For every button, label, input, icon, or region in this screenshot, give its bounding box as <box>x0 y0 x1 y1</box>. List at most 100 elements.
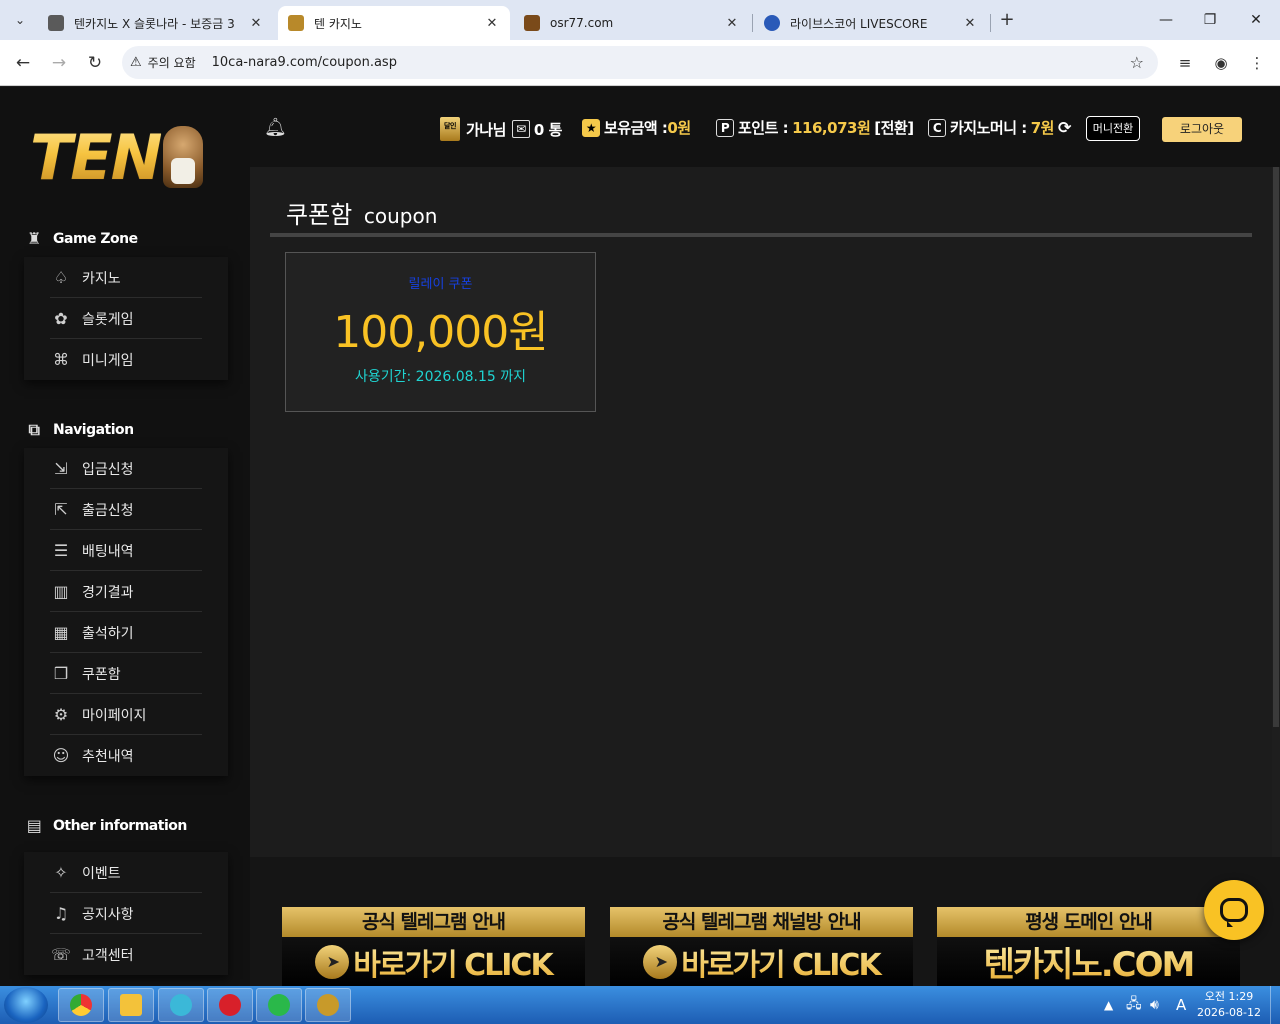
sidebar-item-label: 출석하기 <box>82 625 134 642</box>
notification-bell-icon[interactable]: 🔔︎ <box>264 117 287 138</box>
network-icon[interactable]: 🖧︎ <box>1126 986 1142 1024</box>
clock[interactable]: 오전 1:29 2026-08-12 <box>1196 989 1262 1021</box>
gamepad-icon: ⌘ <box>53 349 69 369</box>
message-count[interactable]: 0 통 <box>534 119 562 140</box>
bell-icon: ♫ <box>53 903 69 923</box>
refresh-icon[interactable]: ⟳ <box>1058 118 1071 137</box>
warning-triangle-icon: ⚠ <box>130 55 142 70</box>
browser-tab-bar: ⌄ 텐카지노 X 슬롯나라 - 보증금 3 ✕ 텐 카지노 ✕ osr77.co… <box>0 0 1280 40</box>
window-close-icon[interactable]: ✕ <box>1246 10 1266 30</box>
browser-tab-1[interactable]: 텐카지노 X 슬롯나라 - 보증금 3 ✕ <box>38 6 274 40</box>
back-arrow-icon[interactable]: ← <box>12 52 34 74</box>
sidebar-item-label: 이벤트 <box>82 865 121 882</box>
envelope-icon[interactable]: ✉ <box>511 120 530 138</box>
tab-favicon <box>524 15 540 31</box>
tab-title: 텐카지노 X 슬롯나라 - 보증금 3 <box>74 16 235 31</box>
section-game-zone: ♜ Game Zone <box>24 229 138 249</box>
balance-info: ★ 보유금액 : 0원 <box>582 117 691 138</box>
money-convert-button[interactable]: 머니전환 <box>1086 116 1140 141</box>
sidebar-item[interactable]: ▥ 경기결과 <box>24 571 228 612</box>
bear-mascot-icon <box>162 126 203 188</box>
logout-button[interactable]: 로그아웃 <box>1162 117 1242 142</box>
tab-close-icon[interactable]: ✕ <box>484 16 500 31</box>
taskbar-app-4[interactable] <box>207 988 253 1022</box>
sidebar-item[interactable]: ♤ 카지노 <box>24 257 228 298</box>
reload-icon[interactable]: ↻ <box>84 52 106 74</box>
coupon-card[interactable]: 릴레이 쿠폰 100,000원 사용기간: 2026.08.15 까지 <box>285 252 596 412</box>
sidebar-item[interactable]: ⚙ 마이페이지 <box>24 694 228 735</box>
sidebar-item-label: 슬롯게임 <box>82 311 134 328</box>
game-zone-menu: ♤ 카지노 ✿ 슬롯게임 ⌘ 미니게임 <box>24 257 228 380</box>
footer-banners: 공식 텔레그램 안내 ➤ 바로가기 CLICK 공식 텔레그램 채널방 안내 ➤ 바… <box>250 857 1280 986</box>
security-warning[interactable]: ⚠ 주의 요함 <box>130 54 196 71</box>
address-bar: ← → ↻ ⚠ 주의 요함 10ca-nara9.com/coupon.asp … <box>0 40 1280 86</box>
taskbar-app-3[interactable] <box>158 988 204 1022</box>
sidebar-item[interactable]: ❒ 쿠폰함 <box>24 653 228 694</box>
ten-logo[interactable]: TEN <box>30 117 220 197</box>
sidebar-item[interactable]: ▦ 출석하기 <box>24 612 228 653</box>
tab-close-icon[interactable]: ✕ <box>248 16 264 31</box>
sidebar-item[interactable]: ☰ 배팅내역 <box>24 530 228 571</box>
points-info: P 포인트 : 116,073원 [전환] <box>716 117 914 138</box>
telegram-banner[interactable]: 공식 텔레그램 안내 ➤ 바로가기 CLICK <box>282 907 585 986</box>
sidebar-item[interactable]: ✿ 슬롯게임 <box>24 298 228 339</box>
app-icon <box>170 994 192 1016</box>
sidebar-item-label: 배팅내역 <box>82 543 134 560</box>
sidebar-item[interactable]: ⇱ 출금신청 <box>24 489 228 530</box>
taskbar-app-5[interactable] <box>256 988 302 1022</box>
telegram-channel-banner[interactable]: 공식 텔레그램 채널방 안내 ➤ 바로가기 CLICK <box>610 907 913 986</box>
section-title: Game Zone <box>53 231 138 247</box>
start-button[interactable] <box>4 987 48 1023</box>
tab-close-icon[interactable]: ✕ <box>962 16 978 31</box>
app-icon <box>317 994 339 1016</box>
media-control-icon[interactable]: ≡ <box>1174 52 1196 74</box>
points-convert-link[interactable]: [전환] <box>874 117 914 138</box>
forward-arrow-icon[interactable]: → <box>48 52 70 74</box>
tab-search-chevron-icon[interactable]: ⌄ <box>8 8 32 32</box>
page-title-en: coupon <box>363 204 438 228</box>
scrollbar-thumb[interactable] <box>1273 167 1279 727</box>
sidebar-item-label: 마이페이지 <box>82 707 147 724</box>
sidebar-item[interactable]: ✧ 이벤트 <box>24 852 228 893</box>
ime-indicator[interactable]: A <box>1176 986 1186 1024</box>
browser-tab-4[interactable]: 라이브스코어 LIVESCORE ✕ <box>754 6 988 40</box>
chat-bubble-icon <box>1220 898 1248 927</box>
domain-banner[interactable]: 평생 도메인 안내 텐카지노.COM <box>937 907 1240 986</box>
minimize-icon[interactable]: — <box>1156 10 1176 30</box>
restore-icon[interactable]: ❐ <box>1200 10 1220 30</box>
sidebar: TEN ♜ Game Zone ♤ 카지노 ✿ 슬롯게임 ⌘ 미니게임 ⧉ Navigat… <box>0 87 250 986</box>
tab-close-icon[interactable]: ✕ <box>724 16 740 31</box>
tray-arrow-icon[interactable]: ▲ <box>1104 986 1113 1024</box>
sidebar-item[interactable]: ☏ 고객센터 <box>24 934 228 975</box>
user-info: 달인 가나님 ✉ 0 통 <box>440 117 562 141</box>
castle-icon: ♜ <box>27 229 41 248</box>
banner-title: 공식 텔레그램 채널방 안내 <box>610 907 913 937</box>
browser-tab-3[interactable]: osr77.com ✕ <box>514 6 750 40</box>
menu-dots-icon[interactable]: ⋮ <box>1246 52 1268 74</box>
show-desktop-button[interactable] <box>1270 986 1280 1024</box>
bookmark-star-icon[interactable]: ☆ <box>1130 53 1144 72</box>
omnibox[interactable]: ⚠ 주의 요함 10ca-nara9.com/coupon.asp ☆ <box>122 46 1158 79</box>
taskbar-explorer[interactable] <box>108 988 154 1022</box>
casino-money-label: 카지노머니 : <box>950 119 1027 137</box>
sidebar-item-label: 카지노 <box>82 270 121 287</box>
volume-icon[interactable]: 🔊︎ <box>1150 986 1159 1024</box>
sidebar-item[interactable]: ⌘ 미니게임 <box>24 339 228 380</box>
tab-separator <box>990 14 991 32</box>
security-warning-label: 주의 요함 <box>147 56 196 70</box>
taskbar-chrome[interactable] <box>58 988 104 1022</box>
balance-value: 0원 <box>667 119 691 137</box>
chat-button[interactable] <box>1204 880 1264 940</box>
casino-money-value: 7원 <box>1030 119 1055 137</box>
sidebar-item[interactable]: ⇲ 입금신청 <box>24 448 228 489</box>
sidebar-item[interactable]: ☺ 추천내역 <box>24 735 228 776</box>
star-icon: ★ <box>582 118 600 137</box>
browser-tab-2[interactable]: 텐 카지노 ✕ <box>278 6 510 40</box>
new-tab-plus-icon[interactable]: + <box>996 9 1018 31</box>
windows-taskbar: ▲ 🖧︎ 🔊︎ A 오전 1:29 2026-08-12 <box>0 986 1280 1024</box>
profile-icon[interactable]: ◉ <box>1210 52 1232 74</box>
user-name: 가나님 <box>466 120 506 139</box>
sidebar-item[interactable]: ♫ 공지사항 <box>24 893 228 934</box>
taskbar-app-6[interactable] <box>305 988 351 1022</box>
url-text[interactable]: 10ca-nara9.com/coupon.asp <box>212 55 397 70</box>
